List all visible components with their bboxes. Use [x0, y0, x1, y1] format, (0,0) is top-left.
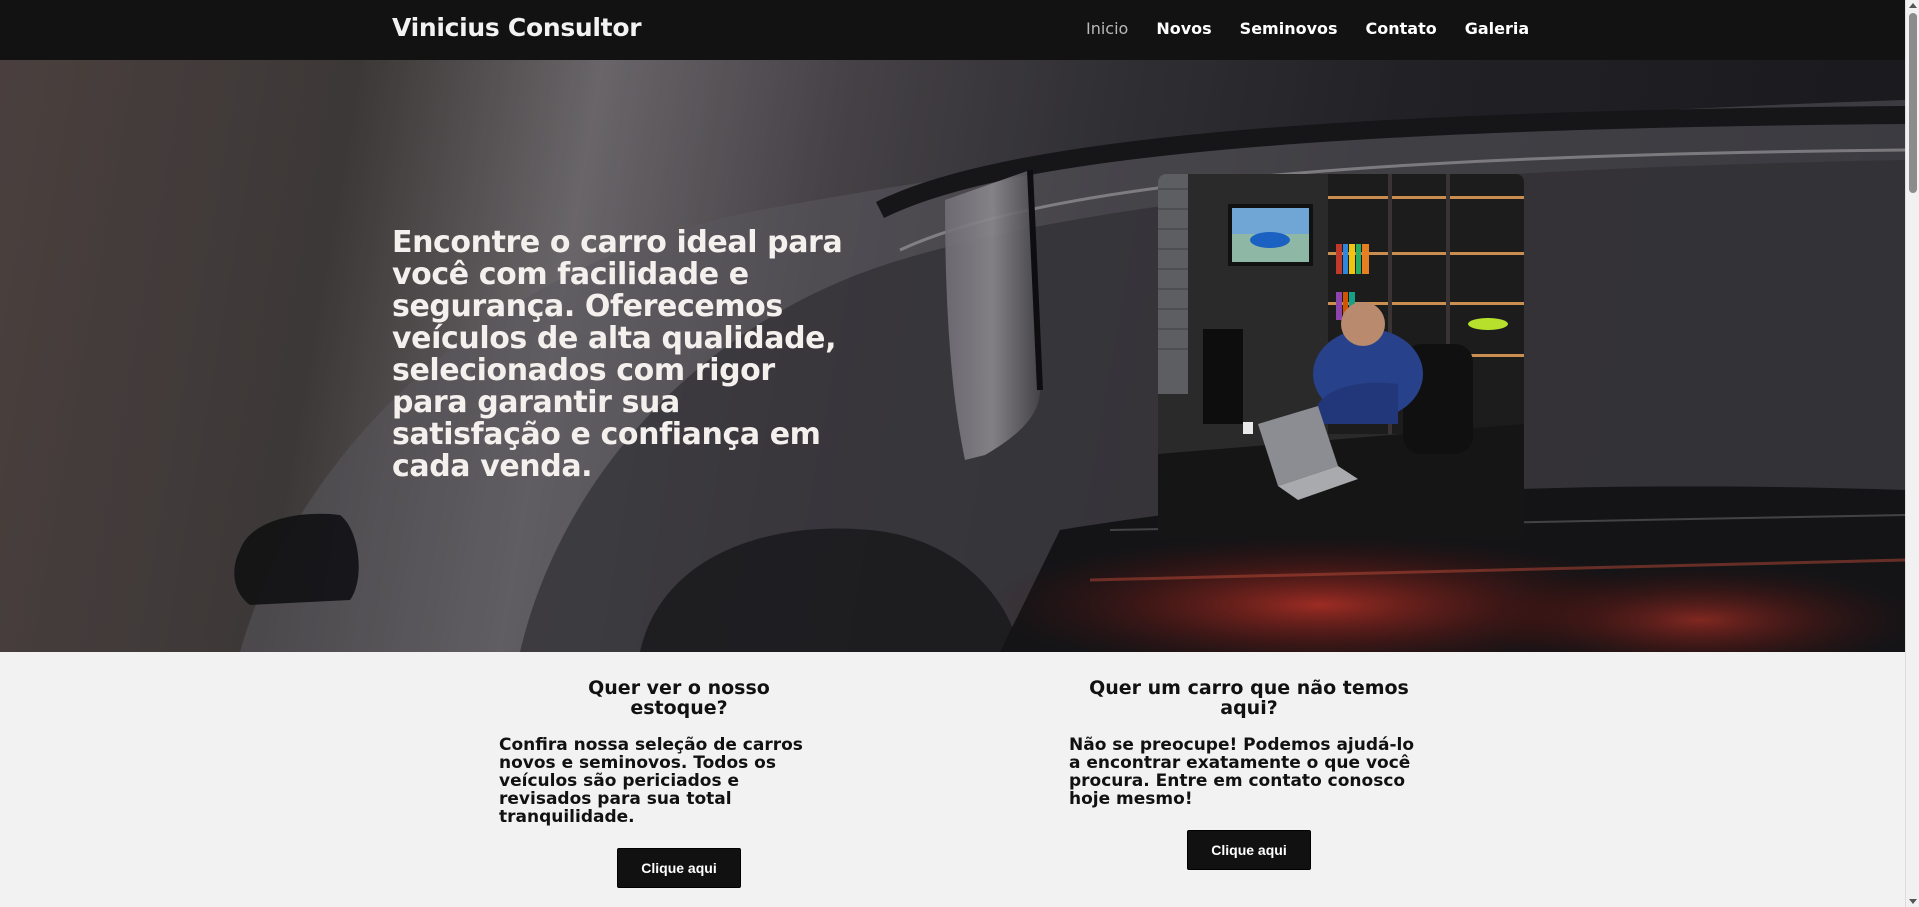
- info-cards-section: Quer ver o nosso estoque? Confira nossa …: [0, 652, 1905, 907]
- stock-card-title: Quer ver o nosso estoque?: [588, 677, 770, 719]
- nav-link-contato[interactable]: Contato: [1366, 19, 1437, 38]
- scrollbar-thumb[interactable]: [1909, 13, 1917, 193]
- request-car-card-button[interactable]: Clique aqui: [1187, 830, 1311, 870]
- chevron-up-icon[interactable]: [1909, 3, 1917, 8]
- nav-link-novos[interactable]: Novos: [1156, 19, 1211, 38]
- stock-card-button[interactable]: Clique aqui: [617, 848, 741, 888]
- hero-background-car-image: [0, 60, 1905, 652]
- nav-link-seminovos[interactable]: Seminovos: [1240, 19, 1338, 38]
- stock-card-text: Confira nossa seleção de carros novos e …: [499, 735, 803, 827]
- request-car-card-title: Quer um carro que não temos aqui?: [1089, 677, 1409, 719]
- nav-link-inicio[interactable]: Inicio: [1086, 19, 1128, 38]
- hero-section: Encontre o carro ideal para você com fac…: [0, 60, 1905, 652]
- stock-card: Quer ver o nosso estoque? Confira nossa …: [499, 678, 859, 888]
- request-car-card: Quer um carro que não temos aqui? Não se…: [1069, 678, 1429, 870]
- main-nav: Inicio Novos Seminovos Contato Galeria: [1086, 19, 1557, 38]
- vertical-scrollbar[interactable]: [1905, 0, 1919, 907]
- nav-link-galeria[interactable]: Galeria: [1465, 19, 1529, 38]
- request-car-card-text: Não se preocupe! Podemos ajudá-lo a enco…: [1069, 735, 1415, 809]
- hero-title: Encontre o carro ideal para você com fac…: [392, 225, 843, 484]
- chevron-down-icon[interactable]: [1909, 899, 1917, 904]
- consultant-office-photo: [1158, 174, 1524, 538]
- navbar: Vinicius Consultor Inicio Novos Seminovo…: [0, 0, 1905, 60]
- brand-logo[interactable]: Vinicius Consultor: [392, 13, 642, 42]
